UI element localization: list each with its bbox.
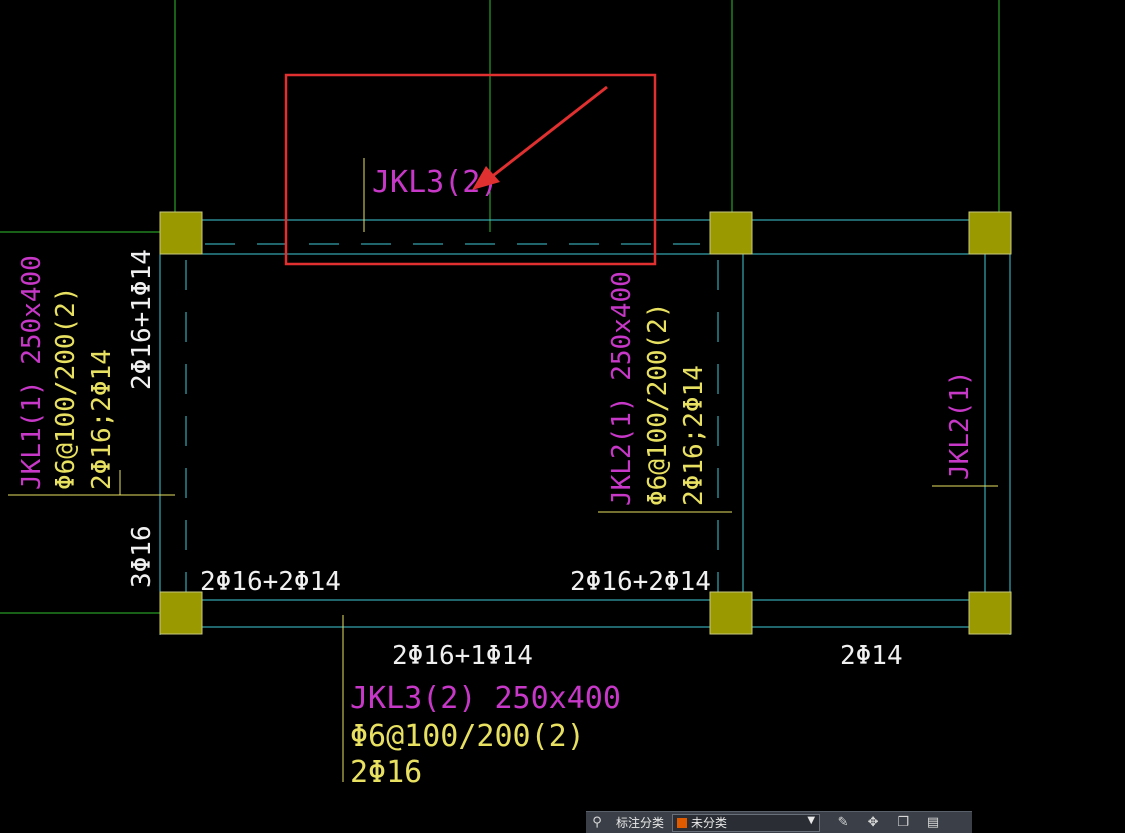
label-left-top-rebar[interactable]: 2Φ16+1Φ14 — [127, 249, 157, 390]
copy-icon[interactable]: ❐ — [892, 815, 914, 830]
label-rebar-bottom-mid[interactable]: 2Φ16+2Φ14 — [570, 567, 711, 597]
cad-drawing-canvas[interactable]: JKL3(2) JKL1(1) 250x400 Φ6@100/200(2) 2Φ… — [0, 0, 1125, 832]
column-2 — [709, 211, 753, 255]
label-rebar-bottom-left[interactable]: 2Φ16+2Φ14 — [200, 567, 341, 597]
column-3 — [968, 211, 1012, 255]
label-jkl2-stirrup[interactable]: Φ6@100/200(2) — [643, 303, 673, 507]
filter-icon[interactable]: ⚲ — [586, 815, 608, 830]
label-jkl1-stirrup[interactable]: Φ6@100/200(2) — [51, 287, 81, 491]
label-jkl3-bottom[interactable]: JKL3(2) 250x400 — [350, 681, 621, 716]
label-rebar-bottom[interactable]: 2Φ16+1Φ14 — [392, 641, 533, 671]
dashed-centerlines — [185, 243, 719, 601]
column-5 — [709, 591, 753, 635]
annotation-toolbar: ⚲ 标注分类 未分类 ▼ ✎ ✥ ❐ ▤ — [586, 811, 972, 833]
label-jkl1[interactable]: JKL1(1) 250x400 — [17, 255, 47, 490]
chevron-down-icon: ▼ — [807, 814, 816, 826]
label-jkl3-stirrup[interactable]: Φ6@100/200(2) — [350, 719, 585, 754]
move-icon[interactable]: ✥ — [862, 815, 884, 830]
label-jkl1-side[interactable]: 2Φ16;2Φ14 — [87, 349, 117, 490]
label-jkl3-rebar[interactable]: 2Φ16 — [350, 755, 422, 790]
category-label: 标注分类 — [616, 816, 665, 830]
column-6 — [968, 591, 1012, 635]
category-select[interactable]: 未分类 ▼ — [672, 813, 821, 832]
paste-icon[interactable]: ▤ — [922, 815, 944, 830]
column-1 — [159, 211, 203, 255]
label-jkl2-side[interactable]: 2Φ16;2Φ14 — [679, 365, 709, 506]
label-left-bottom-rebar[interactable]: 3Φ16 — [127, 525, 157, 588]
column-4 — [159, 591, 203, 635]
label-jkl2[interactable]: JKL2(1) 250x400 — [607, 271, 637, 506]
category-selected: 未分类 — [691, 816, 728, 830]
label-jkl2-right[interactable]: JKL2(1) — [945, 370, 975, 480]
edit-icon[interactable]: ✎ — [832, 815, 854, 830]
arrow-annotation — [472, 85, 608, 190]
category-color-swatch — [677, 817, 688, 828]
label-rebar-bottom-right[interactable]: 2Φ14 — [840, 641, 903, 671]
